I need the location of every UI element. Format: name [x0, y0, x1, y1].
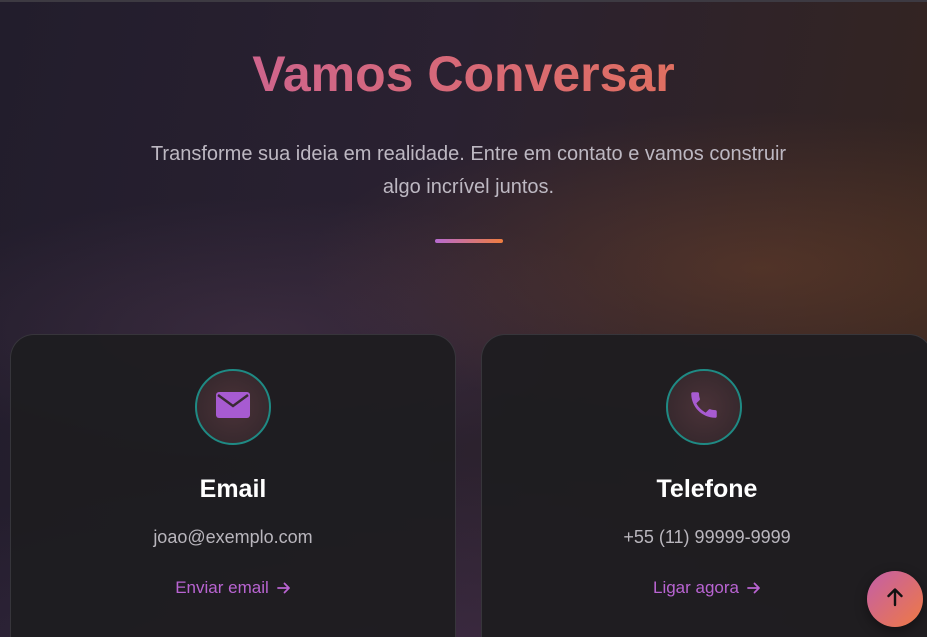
phone-card-title: Telefone — [656, 475, 758, 503]
top-divider-line — [0, 0, 927, 2]
section-subtitle: Transforme sua ideia em realidade. Entre… — [150, 143, 787, 198]
phone-number: +55 (11) 99999-9999 — [623, 527, 791, 547]
section-title: Vamos Conversar — [0, 42, 927, 106]
send-email-link[interactable]: Enviar email — [11, 578, 455, 598]
email-address: joao@exemplo.com — [153, 527, 313, 547]
arrow-up-icon — [884, 586, 906, 613]
title-accent-divider — [435, 239, 503, 243]
scroll-to-top-button[interactable] — [867, 571, 923, 627]
arrow-right-icon — [747, 581, 761, 595]
phone-icon — [687, 388, 721, 427]
call-now-link[interactable]: Ligar agora — [482, 578, 927, 598]
arrow-right-icon — [276, 581, 291, 595]
send-email-label: Enviar email — [175, 578, 269, 597]
contact-section: Vamos Conversar Transforme sua ideia em … — [0, 0, 927, 637]
envelope-icon — [216, 391, 250, 423]
phone-icon-badge — [666, 369, 742, 445]
email-icon-badge — [195, 369, 271, 445]
call-now-label: Ligar agora — [652, 578, 739, 597]
phone-card: Telefone +55 (11) 99999-9999 Ligar agora — [481, 334, 927, 637]
email-card-title: Email — [199, 475, 267, 503]
email-card: Email joao@exemplo.com Enviar email — [10, 334, 456, 637]
